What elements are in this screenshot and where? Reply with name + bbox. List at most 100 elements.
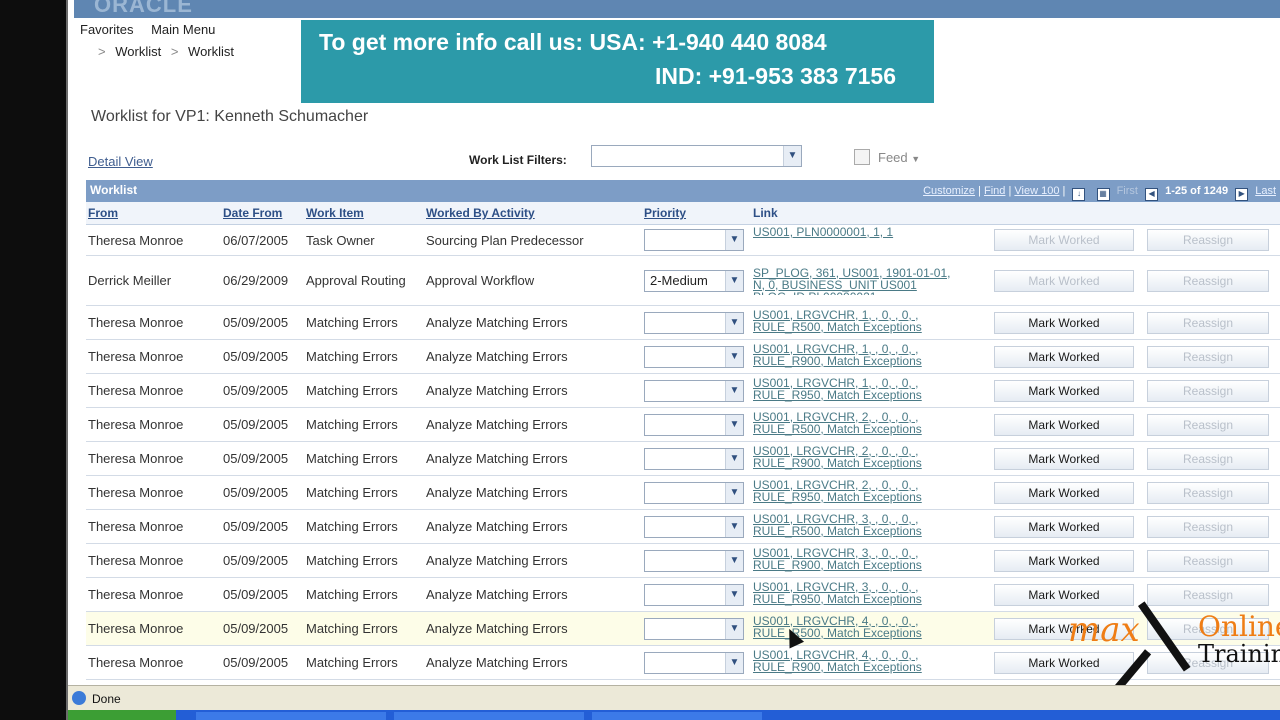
taskbar-item[interactable] (394, 712, 584, 720)
chevron-down-icon: ▼ (725, 516, 743, 537)
favorites-menu[interactable]: Favorites (80, 22, 133, 37)
priority-select[interactable]: ▼ (644, 481, 744, 504)
worklist-item-link[interactable]: US001, LRGVCHR, 3, , 0, , 0, , RULE_R900… (753, 547, 963, 575)
download-icon[interactable]: ↓ (1072, 188, 1086, 201)
cell-from: Theresa Monroe (86, 407, 221, 442)
col-date-from[interactable]: Date From (221, 202, 304, 225)
breadcrumb-separator-icon: > (170, 44, 179, 59)
priority-select[interactable]: ▼ (644, 311, 744, 334)
worklist-item-link[interactable]: US001, PLN0000001, 1, 1 (753, 226, 963, 254)
desktop-left-edge (0, 0, 68, 720)
table-row: Theresa Monroe 05/09/2005 Matching Errors A… (86, 509, 1280, 544)
reassign-button: Reassign (1147, 269, 1269, 292)
priority-select[interactable]: ▼ (644, 515, 744, 538)
view-100-link[interactable]: View 100 (1014, 185, 1059, 197)
mark-worked-button[interactable]: Mark Worked (994, 583, 1134, 606)
worklist-item-link[interactable]: US001, LRGVCHR, 2, , 0, , 0, , RULE_R500… (753, 411, 963, 439)
contact-banner: To get more info call us: USA: +1-940 44… (301, 20, 934, 103)
priority-value: 2-Medium (650, 272, 708, 288)
priority-select[interactable]: ▼ (644, 617, 744, 640)
worklist-item-link[interactable]: SP_PLOG, 361, US001, 1901-01-01, N, 0, B… (753, 267, 963, 295)
cell-link: US001, LRGVCHR, 1, , 0, , 0, , RULE_R950… (751, 373, 992, 408)
cell-link: US001, LRGVCHR, 1, , 0, , 0, , RULE_R500… (751, 305, 992, 340)
taskbar-item[interactable] (196, 712, 386, 720)
cell-link: US001, LRGVCHR, 2, , 0, , 0, , RULE_R900… (751, 441, 992, 476)
mark-worked-button[interactable]: Mark Worked (994, 515, 1134, 538)
mark-worked-button[interactable]: Mark Worked (994, 311, 1134, 334)
chevron-down-icon: ▼ (911, 154, 921, 164)
priority-select[interactable]: ▼ (644, 229, 744, 251)
mark-worked-button[interactable]: Mark Worked (994, 379, 1134, 402)
cell-from: Theresa Monroe (86, 475, 221, 510)
cell-priority: ▼ (642, 305, 751, 340)
priority-select[interactable]: ▼ (644, 651, 744, 674)
priority-select[interactable]: ▼ (644, 549, 744, 572)
cell-reassign: Reassign (1145, 407, 1280, 442)
col-work-item[interactable]: Work Item (304, 202, 424, 225)
customize-link[interactable]: Customize (923, 185, 975, 197)
chevron-down-icon: ▼ (725, 346, 743, 367)
mark-worked-button[interactable]: Mark Worked (994, 345, 1134, 368)
cell-link: US001, LRGVCHR, 3, , 0, , 0, , RULE_R500… (751, 509, 992, 544)
cell-date-from: 05/09/2005 (221, 645, 304, 680)
cell-from: Theresa Monroe (86, 611, 221, 646)
mark-worked-button[interactable]: Mark Worked (994, 447, 1134, 470)
cell-reassign: Reassign (1145, 224, 1280, 256)
cell-date-from: 05/09/2005 (221, 339, 304, 374)
cell-work-item: Matching Errors (304, 339, 424, 374)
find-link[interactable]: Find (984, 185, 1005, 197)
breadcrumb-worklist-2[interactable]: Worklist (188, 44, 234, 59)
cell-work-item: Matching Errors (304, 407, 424, 442)
mark-worked-button[interactable]: Mark Worked (994, 549, 1134, 572)
cell-activity: Analyze Matching Errors (424, 339, 642, 374)
reassign-button: Reassign (1147, 583, 1269, 606)
cell-priority: ▼ (642, 577, 751, 612)
next-icon[interactable]: ▶ (1235, 188, 1249, 201)
cell-priority: ▼ (642, 645, 751, 680)
cell-date-from: 06/07/2005 (221, 224, 304, 256)
cell-work-item: Approval Routing (304, 255, 424, 306)
breadcrumb-separator-icon: > (98, 44, 106, 59)
reassign-button: Reassign (1147, 229, 1269, 251)
col-from[interactable]: From (86, 202, 221, 225)
mark-worked-button[interactable]: Mark Worked (994, 413, 1134, 436)
chevron-down-icon: ▼ (725, 380, 743, 401)
app-logo: ORACLE (94, 0, 193, 17)
cell-from: Theresa Monroe (86, 577, 221, 612)
worklist-item-link[interactable]: US001, LRGVCHR, 2, , 0, , 0, , RULE_R900… (753, 445, 963, 473)
mark-worked-button[interactable]: Mark Worked (994, 481, 1134, 504)
worklist-item-link[interactable]: US001, LRGVCHR, 4, , 0, , 0, , RULE_R900… (753, 649, 963, 677)
row-range: 1-25 of 1249 (1165, 185, 1229, 197)
priority-select[interactable]: ▼ (644, 583, 744, 606)
start-button[interactable] (68, 710, 176, 720)
priority-select[interactable]: ▼ (644, 345, 744, 368)
worklist-item-link[interactable]: US001, LRGVCHR, 3, , 0, , 0, , RULE_R500… (753, 513, 963, 541)
worklist-item-link[interactable]: US001, LRGVCHR, 1, , 0, , 0, , RULE_R500… (753, 309, 963, 337)
worklist-filters-select[interactable]: ▼ (591, 145, 802, 167)
cell-date-from: 05/09/2005 (221, 611, 304, 646)
taskbar (68, 710, 1280, 720)
grid-icon[interactable]: ▦ (1096, 188, 1110, 201)
worklist-item-link[interactable]: US001, LRGVCHR, 1, , 0, , 0, , RULE_R900… (753, 343, 963, 371)
priority-select[interactable]: ▼ (644, 447, 744, 470)
menu-bar: Favorites Main Menu (80, 22, 229, 37)
cell-reassign: Reassign (1145, 305, 1280, 340)
priority-select[interactable]: 2-Medium ▼ (644, 269, 744, 292)
worklist-item-link[interactable]: US001, LRGVCHR, 1, , 0, , 0, , RULE_R950… (753, 377, 963, 405)
cell-priority: 2-Medium ▼ (642, 255, 751, 306)
priority-select[interactable]: ▼ (644, 413, 744, 436)
breadcrumb-worklist-1[interactable]: Worklist (115, 44, 161, 59)
col-worked-by-activity[interactable]: Worked By Activity (424, 202, 642, 225)
detail-view-link[interactable]: Detail View (88, 154, 153, 169)
last-link[interactable]: Last (1255, 185, 1276, 197)
table-row: Theresa Monroe 05/09/2005 Matching Errors A… (86, 305, 1280, 340)
cell-link: US001, LRGVCHR, 2, , 0, , 0, , RULE_R500… (751, 407, 992, 442)
feed-button[interactable]: Feed ▼ (854, 149, 920, 165)
main-menu[interactable]: Main Menu (151, 22, 215, 37)
col-priority[interactable]: Priority (642, 202, 751, 225)
worklist-item-link[interactable]: US001, LRGVCHR, 2, , 0, , 0, , RULE_R950… (753, 479, 963, 507)
priority-select[interactable]: ▼ (644, 379, 744, 402)
cell-mark: Mark Worked (992, 475, 1145, 510)
taskbar-item[interactable] (592, 712, 762, 720)
worklist-item-link[interactable]: US001, LRGVCHR, 3, , 0, , 0, , RULE_R950… (753, 581, 963, 609)
